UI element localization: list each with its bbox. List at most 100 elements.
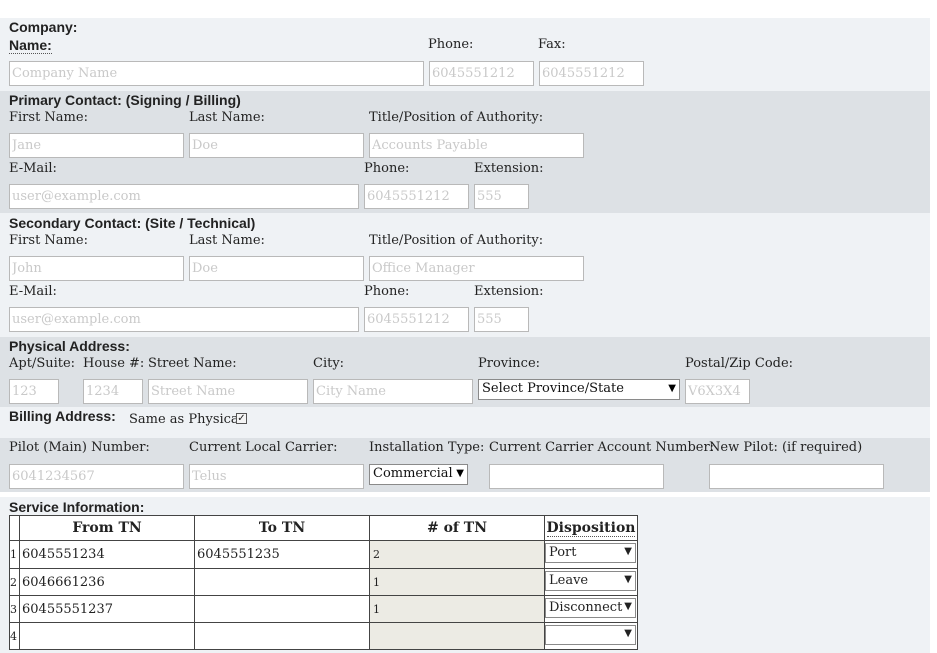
carrier-account-input[interactable] xyxy=(489,464,664,489)
primary-phone-label: Phone: xyxy=(364,161,410,176)
new-pilot-label: New Pilot: (if required) xyxy=(709,440,863,455)
apt-suite-label: Apt/Suite: xyxy=(9,356,76,371)
primary-extension-input[interactable] xyxy=(474,184,529,209)
disposition-value: Leave xyxy=(549,573,589,588)
num-tn-value: 1 xyxy=(369,595,545,623)
row-number: 3 xyxy=(9,595,20,623)
company-name-label: Name: xyxy=(9,37,52,54)
same-as-physical-label: Same as Physical xyxy=(129,412,243,427)
service-information-title: Service Information: xyxy=(9,499,145,515)
table-row: 1 6045551234 6045551235 2 Port ▼ xyxy=(9,540,638,569)
to-tn-header: To TN xyxy=(194,515,370,541)
city-label: City: xyxy=(313,356,345,371)
to-tn-input[interactable]: 6045551235 xyxy=(194,540,370,569)
service-table-header: From TN To TN # of TN Disposition xyxy=(9,515,638,541)
table-row: 4 ▼ xyxy=(9,622,638,650)
primary-first-name-input[interactable] xyxy=(9,133,184,158)
from-tn-input[interactable]: 6046661236 xyxy=(19,568,195,596)
to-tn-input[interactable] xyxy=(194,622,370,650)
num-tn-value: 1 xyxy=(369,568,545,596)
chevron-down-icon: ▼ xyxy=(624,546,632,557)
company-phone-input[interactable] xyxy=(429,61,534,86)
from-tn-input[interactable]: 6045551234 xyxy=(19,540,195,569)
disposition-cell: Port ▼ xyxy=(544,540,638,569)
secondary-title-input[interactable] xyxy=(369,256,584,281)
row-number: 4 xyxy=(9,622,20,650)
disposition-select[interactable]: Disconnect ▼ xyxy=(545,598,636,618)
company-phone-label: Phone: xyxy=(428,37,474,52)
secondary-first-name-label: First Name: xyxy=(9,233,88,248)
new-pilot-input[interactable] xyxy=(709,464,884,489)
disposition-cell: Disconnect ▼ xyxy=(544,595,638,623)
chevron-down-icon: ▼ xyxy=(456,468,464,479)
primary-email-input[interactable] xyxy=(9,184,359,209)
city-input[interactable] xyxy=(313,379,473,404)
disposition-cell: ▼ xyxy=(544,622,638,650)
apt-suite-input[interactable] xyxy=(9,379,59,404)
company-fax-input[interactable] xyxy=(539,61,644,86)
secondary-first-name-input[interactable] xyxy=(9,256,184,281)
postal-code-label: Postal/Zip Code: xyxy=(685,356,794,371)
to-tn-input[interactable] xyxy=(194,595,370,623)
installation-type-value: Commercial xyxy=(373,466,453,481)
pilot-number-label: Pilot (Main) Number: xyxy=(9,440,150,455)
disposition-value: Port xyxy=(549,545,577,560)
table-row: 2 6046661236 1 Leave ▼ xyxy=(9,568,638,596)
primary-last-name-input[interactable] xyxy=(189,133,364,158)
disposition-select[interactable]: Port ▼ xyxy=(545,543,636,563)
chevron-down-icon: ▼ xyxy=(624,574,632,585)
chevron-down-icon: ▼ xyxy=(624,601,632,612)
num-tn-value xyxy=(369,622,545,650)
house-number-label: House #: xyxy=(83,356,145,371)
secondary-extension-label: Extension: xyxy=(474,284,544,299)
street-name-input[interactable] xyxy=(148,379,308,404)
row-number: 2 xyxy=(9,568,20,596)
primary-email-label: E-Mail: xyxy=(9,161,57,176)
table-row: 3 60455551237 1 Disconnect ▼ xyxy=(9,595,638,623)
installation-type-select[interactable]: Commercial ▼ xyxy=(369,464,468,485)
local-carrier-input[interactable] xyxy=(189,464,364,489)
num-tn-value: 2 xyxy=(369,540,545,569)
from-tn-input[interactable]: 60455551237 xyxy=(19,595,195,623)
secondary-email-input[interactable] xyxy=(9,307,359,332)
service-table: From TN To TN # of TN Disposition 1 6045… xyxy=(9,515,638,650)
secondary-phone-input[interactable] xyxy=(364,307,469,332)
secondary-extension-input[interactable] xyxy=(474,307,529,332)
province-select-value: Select Province/State xyxy=(482,381,624,396)
primary-phone-input[interactable] xyxy=(364,184,469,209)
primary-title-input[interactable] xyxy=(369,133,584,158)
from-tn-input[interactable] xyxy=(19,622,195,650)
primary-first-name-label: First Name: xyxy=(9,110,88,125)
secondary-last-name-label: Last Name: xyxy=(189,233,265,248)
postal-code-input[interactable] xyxy=(685,379,750,404)
pilot-number-input[interactable] xyxy=(9,464,184,489)
chevron-down-icon: ▼ xyxy=(668,383,676,394)
disposition-cell: Leave ▼ xyxy=(544,568,638,596)
from-tn-header: From TN xyxy=(19,515,195,541)
check-icon: ✓ xyxy=(237,413,246,424)
row-number: 1 xyxy=(9,540,20,569)
disposition-select[interactable]: Leave ▼ xyxy=(545,571,636,591)
primary-title-label: Title/Position of Authority: xyxy=(369,110,544,125)
row-number-header xyxy=(9,515,20,541)
to-tn-input[interactable] xyxy=(194,568,370,596)
primary-contact-title: Primary Contact: (Signing / Billing) xyxy=(9,92,241,108)
company-fax-label: Fax: xyxy=(538,37,566,52)
disposition-select[interactable]: ▼ xyxy=(545,625,636,645)
primary-last-name-label: Last Name: xyxy=(189,110,265,125)
chevron-down-icon: ▼ xyxy=(624,628,632,639)
company-name-input[interactable] xyxy=(9,61,424,86)
province-label: Province: xyxy=(478,356,541,371)
primary-extension-label: Extension: xyxy=(474,161,544,176)
physical-address-title: Physical Address: xyxy=(9,338,130,354)
secondary-email-label: E-Mail: xyxy=(9,284,57,299)
billing-address-title: Billing Address: xyxy=(9,408,116,424)
house-number-input[interactable] xyxy=(83,379,143,404)
street-name-label: Street Name: xyxy=(148,356,237,371)
secondary-title-label: Title/Position of Authority: xyxy=(369,233,544,248)
secondary-contact-title: Secondary Contact: (Site / Technical) xyxy=(9,215,256,231)
province-select[interactable]: Select Province/State ▼ xyxy=(478,379,680,400)
same-as-physical-checkbox[interactable]: ✓ xyxy=(236,413,247,424)
secondary-last-name-input[interactable] xyxy=(189,256,364,281)
company-title: Company: xyxy=(9,19,78,35)
